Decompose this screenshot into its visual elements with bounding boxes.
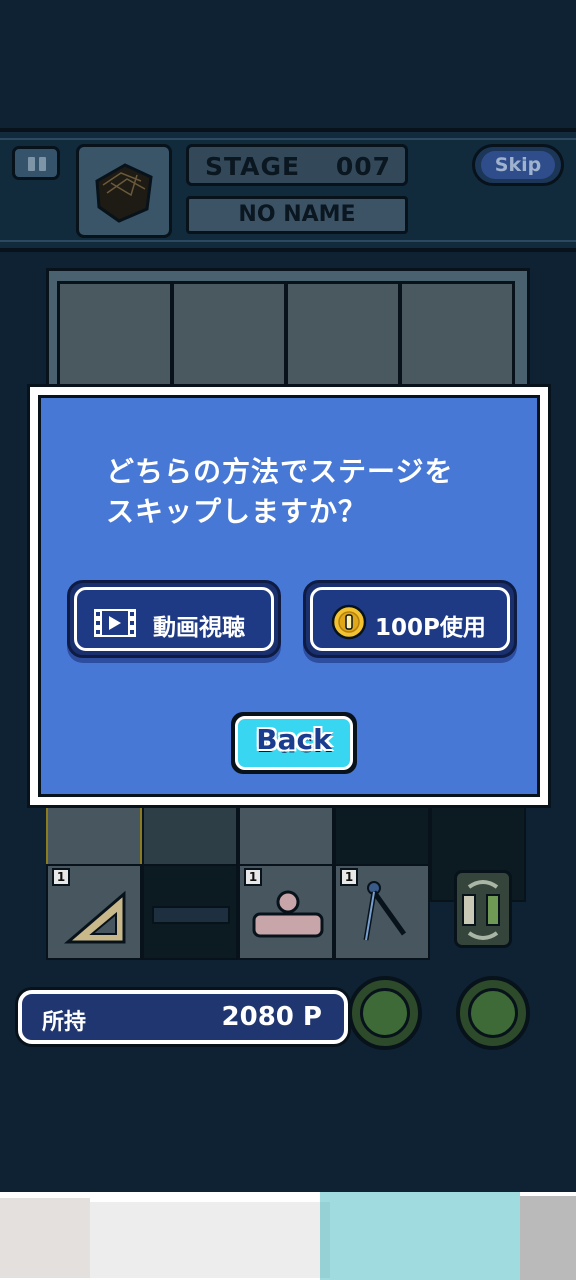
ad-banner-area (0, 1192, 576, 1280)
redo-button[interactable] (456, 976, 530, 1050)
triangle-ruler-icon (63, 890, 126, 944)
stage-name: NO NAME (238, 202, 356, 227)
undo-button[interactable] (348, 976, 422, 1050)
item-count: 1 (244, 868, 262, 886)
redo-icon (468, 988, 518, 1038)
item-cell-compass[interactable]: 1 (334, 864, 430, 960)
puzzle-board (46, 268, 530, 391)
box-icon (95, 163, 153, 223)
video-icon (94, 609, 136, 637)
dialog-question: どちらの方法でステージを スキップしますか？ (106, 455, 454, 528)
swap-button[interactable] (454, 870, 512, 948)
back-label: Back (256, 723, 332, 756)
use-points-button[interactable]: 100P使用 (303, 580, 517, 658)
watch-video-label: 動画視聴 (153, 615, 245, 641)
use-points-label: 100P使用 (375, 615, 486, 641)
coin-icon (331, 604, 367, 640)
points-owned-bar: 所持 2080 P (18, 990, 348, 1044)
board-cell (399, 281, 515, 391)
stage-indicator: STAGE 007 (186, 144, 408, 186)
board-cell (171, 281, 287, 391)
stage-preview-thumbnail (76, 144, 172, 238)
skip-label: Skip (494, 154, 542, 176)
clip-icon (252, 890, 324, 938)
stage-label: STAGE (205, 152, 301, 181)
skip-button[interactable]: Skip (472, 144, 564, 186)
item-cell-triangle-ruler[interactable]: 1 (46, 864, 142, 960)
item-cell-clip[interactable]: 1 (238, 864, 334, 960)
pause-button[interactable] (12, 146, 60, 180)
stage-name-box: NO NAME (186, 196, 408, 234)
skip-method-dialog: どちらの方法でステージを スキップしますか？ 動画視聴 100P使用 Back (27, 384, 551, 808)
game-screen: STAGE 007 NO NAME Skip 1 1 1 所持 2080 P ど… (0, 0, 576, 1280)
item-cell-empty[interactable] (142, 864, 238, 960)
owned-label: 所持 (42, 1010, 87, 1035)
board-cell (57, 281, 173, 391)
item-count: 1 (52, 868, 70, 886)
swap-icon (462, 880, 500, 940)
stage-number: 007 (335, 152, 391, 181)
pause-icon (28, 157, 35, 171)
undo-icon (360, 988, 410, 1038)
compass-icon (363, 881, 407, 941)
board-cell (285, 281, 401, 391)
back-button[interactable]: Back (231, 712, 357, 774)
owned-points-value: 2080 P (221, 1002, 322, 1032)
watch-video-button[interactable]: 動画視聴 (67, 580, 281, 658)
